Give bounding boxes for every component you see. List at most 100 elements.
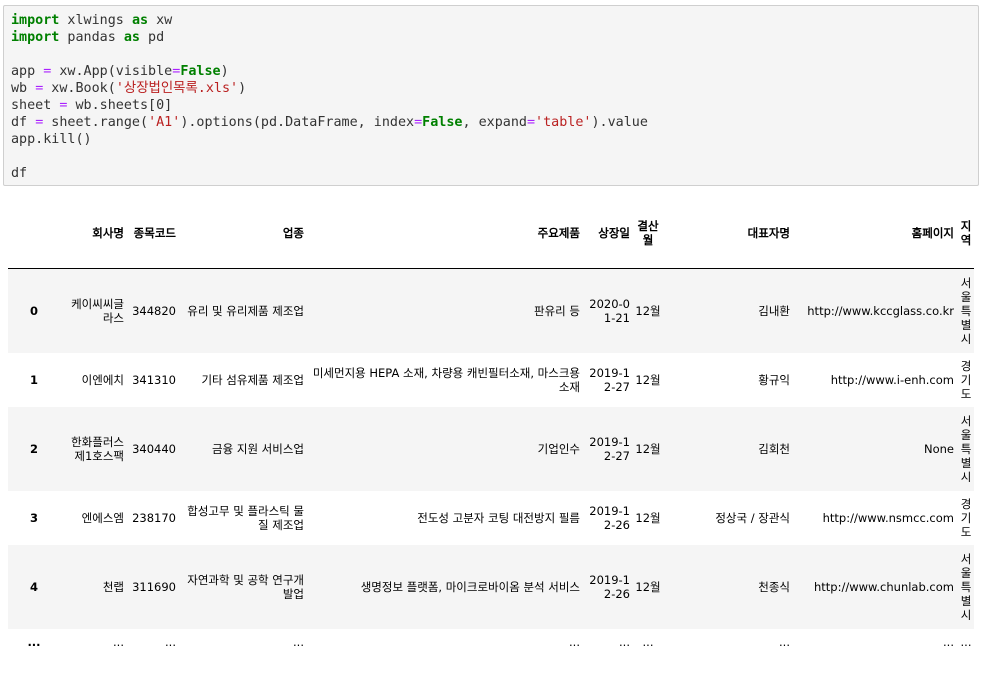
dataframe-table: 회사명 종목코드 업종 주요제품 상장일 결산월 대표자명 홈페이지 지역 0 케… (8, 200, 974, 655)
code-line: import pandas as pd (11, 29, 978, 46)
cell-industry: 합성고무 및 플라스틱 물질 제조업 (187, 503, 304, 532)
cell-ceo: ... (779, 634, 790, 649)
cell-industry: 금융 지원 서비스업 (212, 441, 304, 456)
table-row: 2 한화플러스제1호스팩 340440 금융 지원 서비스업 기업인수 2019-12-2… (8, 406, 974, 491)
cell-code: ... (165, 634, 176, 649)
column-header-region: 지역 (960, 219, 972, 247)
cell-code: 311690 (132, 579, 176, 594)
cell-code: 344820 (132, 303, 176, 318)
code-token: ) (220, 64, 229, 79)
cell-ceo: 황규익 (758, 372, 790, 387)
cell-ceo: 천종식 (758, 579, 790, 594)
cell-listing-date: 2019-12-26 (589, 503, 630, 532)
code-token: import (11, 30, 60, 45)
cell-index: 2 (29, 441, 38, 456)
cell-homepage: http://www.nsmcc.com (822, 510, 954, 525)
code-editor[interactable]: import xlwings as xw import pandas as pd a… (4, 6, 978, 182)
code-token: xw.App(visible (51, 64, 173, 79)
table-header-row: 회사명 종목코드 업종 주요제품 상장일 결산월 대표자명 홈페이지 지역 (8, 200, 974, 269)
cell-index: 1 (29, 372, 38, 387)
table-row: .............................. (8, 628, 974, 655)
column-header-products: 주요제품 (537, 226, 580, 240)
cell-industry: ... (293, 634, 304, 649)
cell-listing-date: 2019-12-26 (589, 572, 630, 601)
cell-region: 서울특별시 (960, 551, 972, 622)
cell-products: ... (569, 634, 580, 649)
column-header-homepage: 홈페이지 (911, 226, 954, 240)
cell-index: 4 (29, 579, 38, 594)
cell-ceo: 정상국 / 장관식 (715, 510, 790, 525)
cell-code: 340440 (132, 441, 176, 456)
cell-products: 전도성 고분자 코팅 대전방지 필름 (417, 510, 580, 525)
code-token: False (180, 64, 221, 79)
code-cell[interactable]: import xlwings as xw import pandas as pd a… (3, 5, 979, 186)
cell-listing-date: 2019-12-27 (589, 365, 630, 394)
code-line: app = xw.App(visible=False) (11, 63, 978, 80)
cell-company: 이엔에치 (81, 372, 124, 387)
cell-products: 미세먼지용 HEPA 소재, 차량용 캐빈필터소재, 마스크용 소재 (312, 365, 580, 394)
code-token: wb (11, 81, 36, 96)
code-token: xw (148, 13, 173, 28)
cell-index: 0 (29, 303, 38, 318)
output-area: 회사명 종목코드 업종 주요제품 상장일 결산월 대표자명 홈페이지 지역 0 케… (8, 200, 974, 690)
code-token: import (11, 13, 60, 28)
cell-ceo: 김회천 (758, 441, 790, 456)
code-token: 'A1' (148, 115, 181, 130)
cell-industry: 유리 및 유리제품 제조업 (187, 303, 304, 318)
table-row: 0 케이씨씨글라스 344820 유리 및 유리제품 제조업 판유리 등 2020-01-… (8, 268, 974, 353)
code-token: df (11, 166, 28, 181)
code-token: pd (140, 30, 165, 45)
cell-company: 천랩 (102, 579, 124, 594)
cell-company: 엔에스엠 (81, 510, 124, 525)
cell-company: 한화플러스제1호스팩 (71, 434, 124, 463)
cell-products: 판유리 등 (534, 303, 580, 318)
column-header-index (8, 200, 60, 269)
column-header-code: 종목코드 (133, 226, 176, 240)
code-token: as (131, 13, 149, 28)
cell-region: ... (960, 634, 972, 649)
code-token: ).value (591, 115, 648, 130)
code-token: as (123, 30, 140, 45)
code-line: wb = xw.Book('상장법인목록.xls') (11, 80, 978, 97)
code-token: sheet (11, 98, 60, 113)
cell-fiscal-month: 12월 (635, 579, 661, 594)
table-row: 4 천랩 311690 자연과학 및 공학 연구개발업 생명정보 플랫폼, 마이크로바이… (8, 544, 974, 629)
cell-index: 3 (29, 510, 38, 525)
code-token: 'table' (535, 115, 592, 130)
column-header-industry: 업종 (282, 226, 304, 240)
code-token: ).options(pd.DataFrame, index (180, 115, 415, 130)
code-token: df (11, 115, 36, 130)
column-header-ceo: 대표자명 (747, 226, 790, 240)
code-line: import xlwings as xw (11, 12, 978, 29)
code-line: app.kill() (11, 131, 978, 148)
cell-fiscal-month: 12월 (635, 510, 661, 525)
cell-homepage: ... (943, 634, 954, 649)
cell-listing-date: 2019-12-27 (589, 434, 630, 463)
code-token: wb.sheets[0] (67, 98, 173, 113)
column-header-company: 회사명 (92, 226, 124, 240)
cell-products: 생명정보 플랫폼, 마이크로바이옴 분석 서비스 (360, 579, 580, 594)
code-line: df (11, 165, 978, 182)
code-token: app (11, 64, 44, 79)
code-token: app.kill() (11, 132, 92, 147)
cell-region: 서울특별시 (960, 275, 972, 346)
cell-region: 경기도 (960, 496, 972, 539)
cell-index: ... (27, 634, 41, 649)
code-token: = (526, 115, 536, 130)
cell-homepage: http://www.kccglass.co.kr (807, 303, 954, 318)
code-line: sheet = wb.sheets[0] (11, 97, 978, 114)
table-row: 3 엔에스엠 238170 합성고무 및 플라스틱 물질 제조업 전도성 고분자 코팅 … (8, 490, 974, 545)
cell-fiscal-month: ... (642, 634, 654, 649)
cell-homepage: None (923, 441, 954, 456)
cell-listing-date: ... (619, 634, 630, 649)
cell-company: ... (113, 634, 124, 649)
table-row: 1 이엔에치 341310 기타 섬유제품 제조업 미세먼지용 HEPA 소재, 차량용… (8, 352, 974, 407)
cell-code: 238170 (132, 510, 176, 525)
cell-homepage: http://www.i-enh.com (830, 372, 954, 387)
cell-fiscal-month: 12월 (635, 372, 661, 387)
cell-homepage: http://www.chunlab.com (814, 579, 954, 594)
cell-listing-date: 2020-01-21 (589, 296, 630, 325)
code-line: df = sheet.range('A1').options(pd.DataFr… (11, 114, 978, 131)
